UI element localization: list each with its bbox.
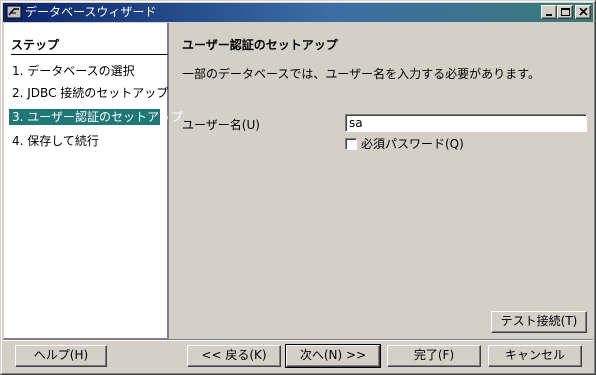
username-input[interactable]: sa <box>345 114 587 132</box>
step-item-select-database: 1. データベースの選択 <box>12 64 135 78</box>
steps-divider <box>11 54 168 55</box>
footer-divider <box>3 339 593 341</box>
close-button[interactable] <box>575 5 591 19</box>
maximize-button[interactable] <box>557 5 573 19</box>
close-icon <box>579 8 588 16</box>
test-connection-button[interactable]: テスト接続(T) <box>491 311 587 333</box>
minimize-button[interactable] <box>541 5 557 19</box>
maximize-icon <box>561 8 570 16</box>
finish-button[interactable]: 完了(F) <box>387 345 481 367</box>
step-item-save-continue: 4. 保存して続行 <box>12 134 99 148</box>
steps-panel: ステップ 1. データベースの選択 2. JDBC 接続のセットアップ 3. ユ… <box>4 23 183 339</box>
window-title: データベースウィザード <box>25 5 157 19</box>
password-required-label: 必須パスワード(Q) <box>361 137 464 151</box>
next-button[interactable]: 次へ(N) >> <box>285 344 381 368</box>
step-item-jdbc-setup: 2. JDBC 接続のセットアップ <box>12 86 169 100</box>
password-required-checkbox[interactable] <box>345 138 357 150</box>
step-item-user-auth: 3. ユーザー認証のセットアップ <box>9 109 183 125</box>
cancel-button[interactable]: キャンセル <box>488 345 582 367</box>
help-button[interactable]: ヘルプ(H) <box>15 345 107 367</box>
steps-heading: ステップ <box>11 38 60 52</box>
username-label: ユーザー名(U) <box>182 118 260 132</box>
page-description: 一部のデータベースでは、ユーザー名を入力する必要があります。 <box>182 67 540 81</box>
app-wizard-icon[interactable] <box>6 5 22 19</box>
wizard-window: データベースウィザード ステップ 1. データベースの選択 2. JDBC 接続… <box>0 0 596 375</box>
minimize-icon <box>546 14 552 16</box>
main-content: ユーザー認証のセットアップ 一部のデータベースでは、ユーザー名を入力する必要があ… <box>169 23 593 339</box>
back-button[interactable]: << 戻る(K) <box>187 345 281 367</box>
title-bar[interactable]: データベースウィザード <box>3 3 593 22</box>
page-title: ユーザー認証のセットアップ <box>182 38 338 52</box>
